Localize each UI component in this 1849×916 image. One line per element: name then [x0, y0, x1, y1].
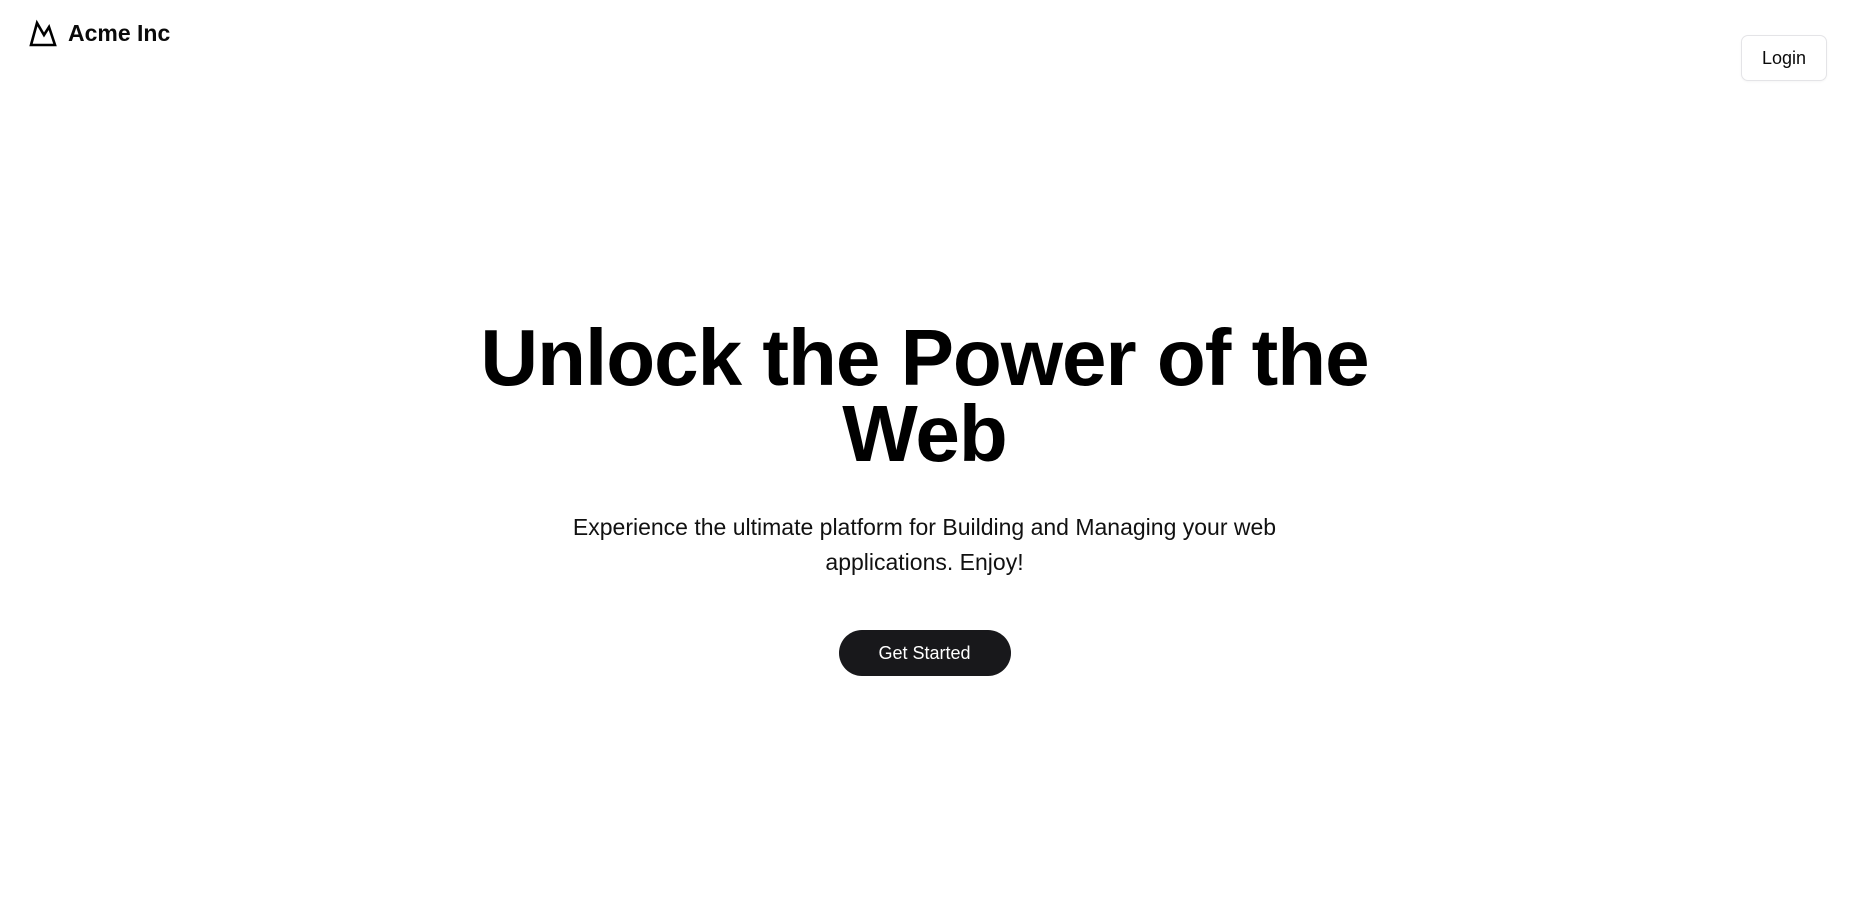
brand-name: Acme Inc — [68, 20, 171, 46]
get-started-button[interactable]: Get Started — [838, 630, 1011, 676]
hero-subtitle: Experience the ultimate platform for Bui… — [572, 514, 1277, 575]
hero-title: Unlock the Power of the Web — [480, 313, 1369, 478]
mountain-icon — [29, 19, 57, 47]
login-button[interactable]: Login — [1741, 35, 1827, 81]
landing-page: Acme Inc Login Unlock the Power of the W… — [0, 0, 1849, 916]
brand-link[interactable]: Acme Inc — [28, 18, 170, 48]
hero-section: Unlock the Power of the Web Experience t… — [0, 313, 1849, 676]
site-header: Acme Inc Login — [0, 0, 1849, 100]
